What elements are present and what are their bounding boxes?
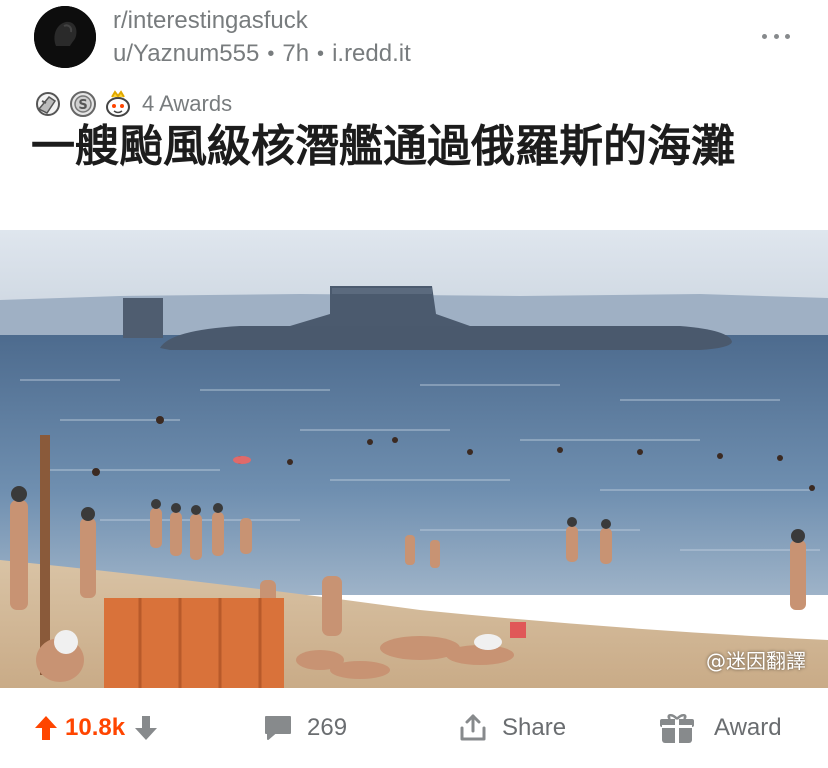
svg-text:S: S [78, 98, 87, 113]
image-watermark: @迷因翻譯 [706, 649, 806, 673]
comments-button[interactable]: 269 [263, 688, 347, 768]
downvote-arrow-icon[interactable] [133, 714, 159, 742]
post-header: r/interestingasfuck u/Yaznum555 • 7h • i… [0, 0, 828, 82]
author-name[interactable]: u/Yaznum555 [113, 40, 259, 68]
post-action-bar: 10.8k 269 Share Award [0, 688, 828, 768]
vote-count: 10.8k [65, 714, 126, 741]
upvote-arrow-icon[interactable] [33, 714, 59, 742]
award-gift-icon [660, 714, 694, 743]
comment-count: 269 [307, 714, 348, 741]
post-image[interactable]: @迷因翻譯 [0, 230, 828, 688]
award-facepalm-icon [36, 92, 60, 116]
share-icon [460, 714, 486, 741]
subreddit-name[interactable]: r/interestingasfuck [113, 7, 308, 35]
post-meta: u/Yaznum555 • 7h • i.redd.it [113, 40, 411, 68]
post-age: 7h [282, 40, 310, 67]
share-button[interactable]: Share [458, 688, 566, 768]
award-silver-icon: S [70, 91, 96, 117]
beach-submarine-photo [0, 230, 828, 688]
vote-group: 10.8k [33, 688, 159, 768]
snoo-avatar-icon [34, 6, 96, 68]
awards-row[interactable]: S 4 Awards [33, 88, 232, 120]
more-options-button[interactable] [762, 26, 790, 46]
meta-separator: • [267, 42, 275, 65]
share-label: Share [502, 714, 567, 741]
subreddit-avatar[interactable] [34, 6, 96, 68]
awards-count: 4 Awards [142, 91, 233, 116]
post-domain[interactable]: i.redd.it [332, 40, 411, 68]
more-dots-icon [785, 33, 790, 39]
award-wholesome-icon [106, 90, 130, 117]
more-dots-icon [773, 33, 779, 39]
comment-bubble-icon [265, 716, 291, 740]
award-button[interactable]: Award [660, 688, 782, 768]
meta-separator: • [317, 42, 325, 65]
award-label: Award [714, 714, 782, 741]
post-title[interactable]: 一艘颱風級核潛艦通過俄羅斯的海灘 [31, 121, 811, 173]
more-dots-icon [762, 33, 767, 39]
